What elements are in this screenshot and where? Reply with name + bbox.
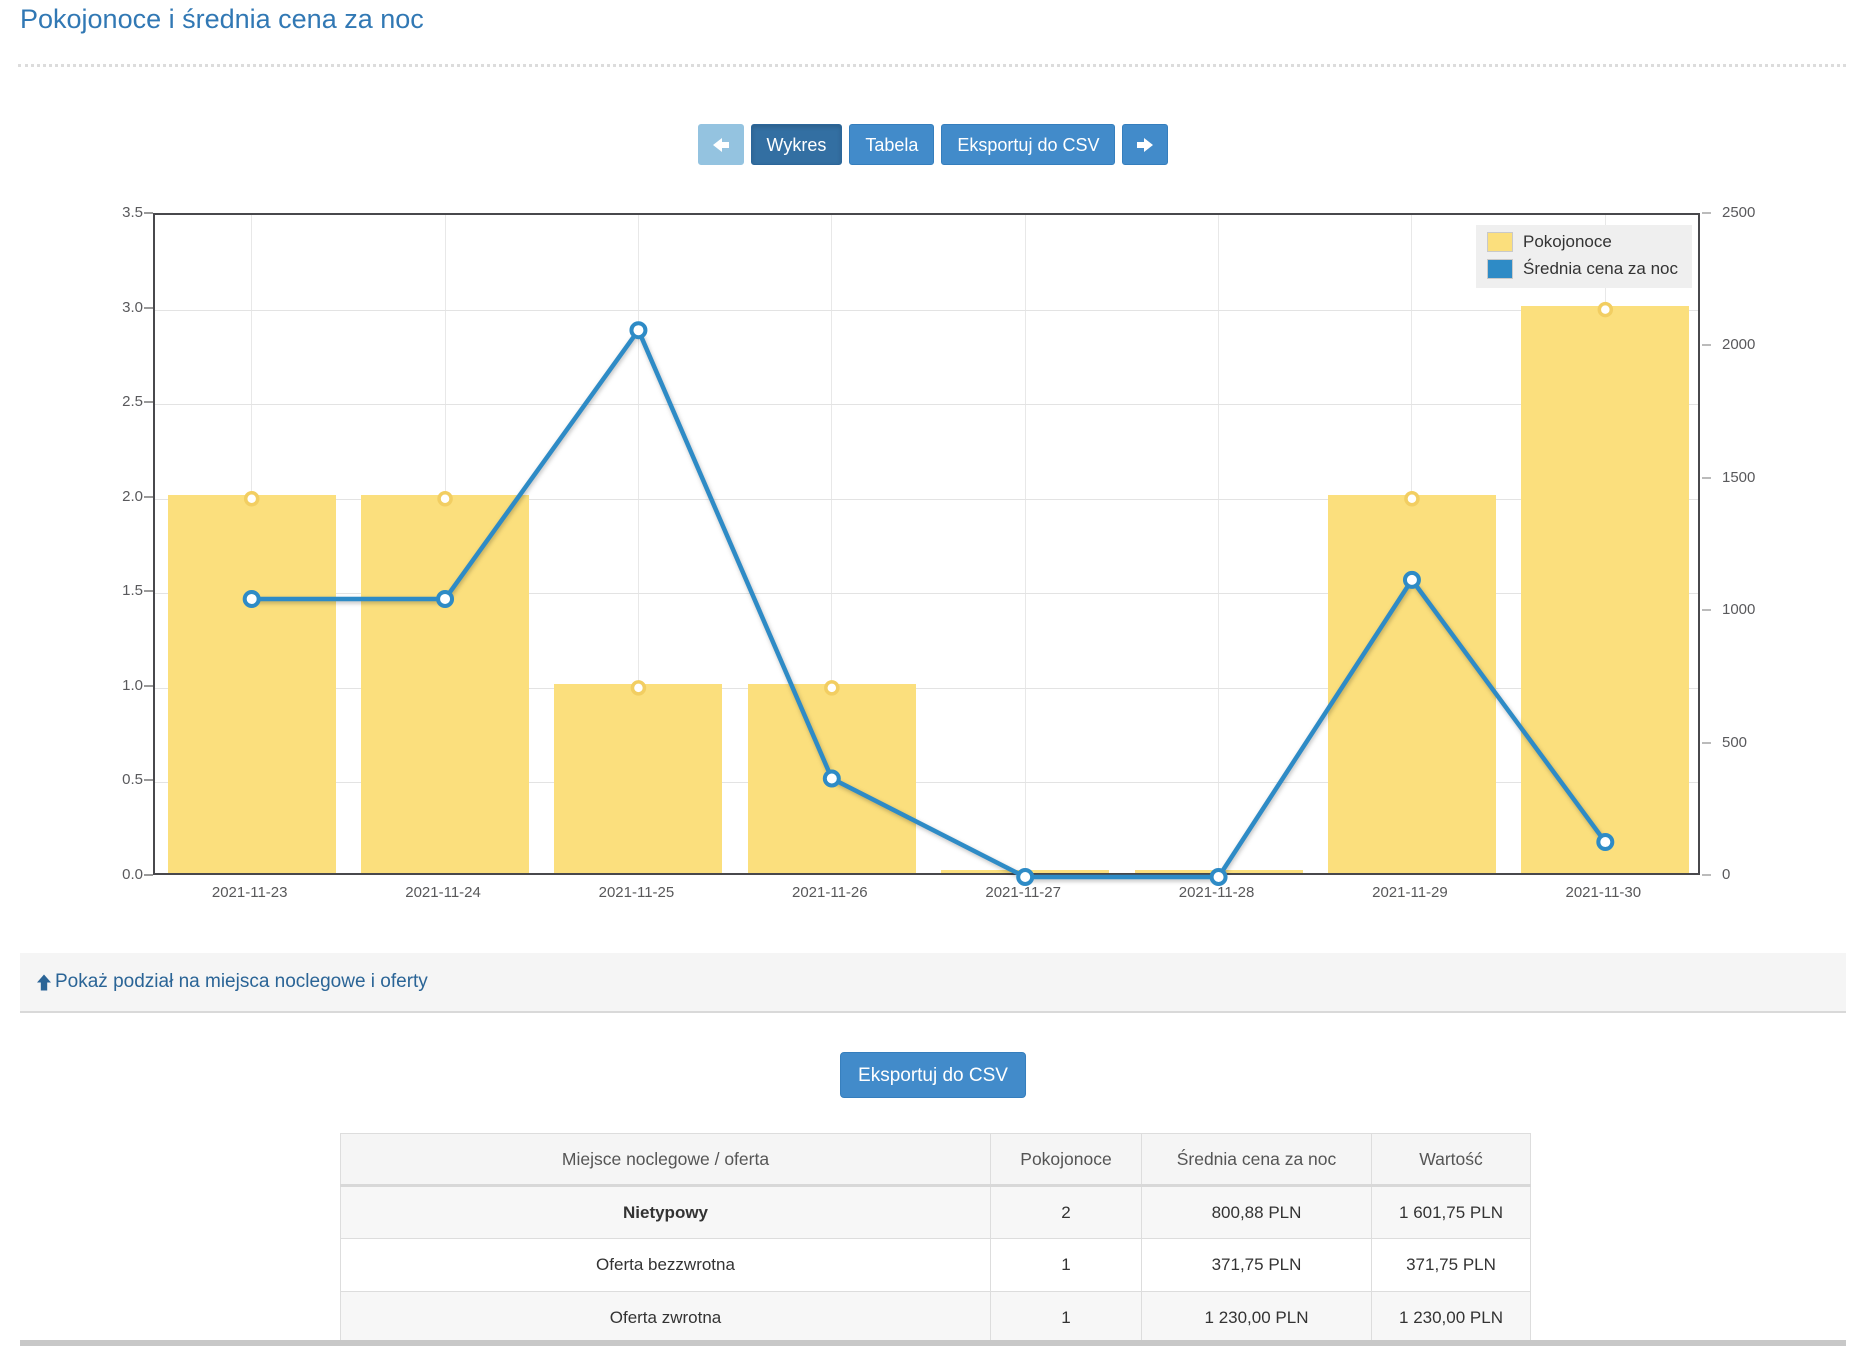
x-axis-label-2021-11-29: 2021-11-29 [1335, 884, 1485, 901]
x-axis-label-2021-11-26: 2021-11-26 [755, 884, 905, 901]
column-header-warto: Wartość [1372, 1134, 1531, 1186]
left-axis-tick-label: 3.0 [93, 299, 143, 317]
bar-marker-2021-11-29[interactable] [1406, 493, 1418, 505]
value-cell: 1 601,75 PLN [1372, 1186, 1531, 1239]
table-body: Nietypowy2800,88 PLN1 601,75 PLNOferta b… [341, 1186, 1531, 1345]
right-axis-tick-label: 2000 [1722, 336, 1755, 354]
line-marker-2021-11-28[interactable] [1212, 870, 1226, 884]
table-header-row: Miejsce noclegowe / ofertaPokojonoceŚred… [341, 1134, 1531, 1186]
combo-chart: 0.0 0.5 1.0 1.5 2.0 2.5 3.0 3.5 0 500 1000 1500 2000… [0, 0, 1866, 960]
left-axis-tick-label: 1.0 [93, 677, 143, 695]
left-axis-tick-label: 0.0 [93, 866, 143, 884]
x-axis-label-2021-11-23: 2021-11-23 [175, 884, 325, 901]
table-row: Oferta zwrotna11 230,00 PLN1 230,00 PLN [341, 1292, 1531, 1345]
left-axis-tick-label: 2.0 [93, 488, 143, 506]
legend-label: Średnia cena za noc [1523, 259, 1678, 279]
right-axis-tick-label: 1500 [1722, 469, 1755, 487]
export-csv-button-table[interactable]: Eksportuj do CSV [840, 1052, 1026, 1098]
line-marker-2021-11-24[interactable] [438, 592, 452, 606]
line-marker-2021-11-23[interactable] [245, 592, 259, 606]
right-axis-tick [1702, 344, 1711, 346]
nights-cell: 2 [991, 1186, 1142, 1239]
value-cell: 371,75 PLN [1372, 1239, 1531, 1292]
right-axis-tick [1702, 212, 1711, 214]
offer-cell: Oferta bezzwrotna [341, 1239, 991, 1292]
left-axis-tick [144, 874, 153, 876]
x-axis-label-2021-11-27: 2021-11-27 [948, 884, 1098, 901]
x-axis-label-2021-11-25: 2021-11-25 [561, 884, 711, 901]
line-marker-2021-11-25[interactable] [631, 323, 645, 337]
left-axis-tick-label: 2.5 [93, 393, 143, 411]
offer-cell: Nietypowy [341, 1186, 991, 1239]
line-marker-2021-11-29[interactable] [1405, 573, 1419, 587]
left-axis-tick [144, 779, 153, 781]
chart-legend: Pokojonoce Średnia cena za noc [1476, 225, 1692, 288]
value-cell: 1 230,00 PLN [1372, 1292, 1531, 1345]
right-axis-tick [1702, 742, 1711, 744]
avg-price-cell: 371,75 PLN [1142, 1239, 1372, 1292]
left-axis-tick [144, 496, 153, 498]
bar-marker-2021-11-24[interactable] [439, 493, 451, 505]
column-header-pokojonoce: Pokojonoce [991, 1134, 1142, 1186]
left-axis-tick [144, 590, 153, 592]
right-axis-tick-label: 1000 [1722, 601, 1755, 619]
column-header-rednia-cena-za-noc: Średnia cena za noc [1142, 1134, 1372, 1186]
bar-marker-2021-11-25[interactable] [632, 682, 644, 694]
right-axis-tick [1702, 477, 1711, 479]
right-axis-tick-label: 0 [1722, 866, 1730, 884]
legend-label: Pokojonoce [1523, 232, 1612, 252]
left-axis-tick-label: 1.5 [93, 582, 143, 600]
bar-marker-2021-11-30[interactable] [1599, 304, 1611, 316]
x-axis-label-2021-11-30: 2021-11-30 [1528, 884, 1678, 901]
bar-marker-2021-11-23[interactable] [246, 493, 258, 505]
left-axis-tick [144, 685, 153, 687]
left-axis-tick [144, 401, 153, 403]
right-axis-tick-label: 500 [1722, 734, 1747, 752]
avg-price-cell: 1 230,00 PLN [1142, 1292, 1372, 1345]
line-marker-2021-11-26[interactable] [825, 771, 839, 785]
right-axis-tick-label: 2500 [1722, 204, 1755, 222]
bar-marker-2021-11-26[interactable] [826, 682, 838, 694]
plot-area [153, 213, 1700, 875]
left-axis-tick-label: 3.5 [93, 204, 143, 222]
avg-price-cell: 800,88 PLN [1142, 1186, 1372, 1239]
arrow-up-icon [36, 973, 52, 992]
left-axis-tick [144, 212, 153, 214]
table-header: Miejsce noclegowe / ofertaPokojonoceŚred… [341, 1134, 1531, 1186]
x-axis-label-2021-11-28: 2021-11-28 [1142, 884, 1292, 901]
x-axis-label-2021-11-24: 2021-11-24 [368, 884, 518, 901]
offer-cell: Oferta zwrotna [341, 1292, 991, 1345]
line-marker-2021-11-27[interactable] [1018, 870, 1032, 884]
breakdown-table: Miejsce noclegowe / ofertaPokojonoceŚred… [340, 1133, 1531, 1345]
nights-cell: 1 [991, 1292, 1142, 1345]
left-axis-tick [144, 307, 153, 309]
left-axis-tick-label: 0.5 [93, 771, 143, 789]
legend-swatch-pokojonoce [1487, 232, 1513, 252]
right-axis-tick [1702, 874, 1711, 876]
table-row: Oferta bezzwrotna1371,75 PLN371,75 PLN [341, 1239, 1531, 1292]
table-row: Nietypowy2800,88 PLN1 601,75 PLN [341, 1186, 1531, 1239]
legend-swatch-rednia-cena-za-noc [1487, 259, 1513, 279]
legend-item-pokojonoce[interactable]: Pokojonoce [1487, 232, 1678, 252]
series-overlay [155, 215, 1702, 877]
nights-cell: 1 [991, 1239, 1142, 1292]
price-line [252, 330, 1606, 877]
column-header-miejsce-noclegowe-oferta: Miejsce noclegowe / oferta [341, 1134, 991, 1186]
right-axis-tick [1702, 609, 1711, 611]
legend-item-rednia-cena-za-noc[interactable]: Średnia cena za noc [1487, 259, 1678, 279]
cutoff-row [20, 1340, 1846, 1346]
line-marker-2021-11-30[interactable] [1598, 835, 1612, 849]
breakdown-toggle[interactable]: Pokaż podział na miejsca noclegowe i ofe… [20, 953, 1846, 1013]
breakdown-toggle-label: Pokaż podział na miejsca noclegowe i ofe… [55, 971, 428, 993]
